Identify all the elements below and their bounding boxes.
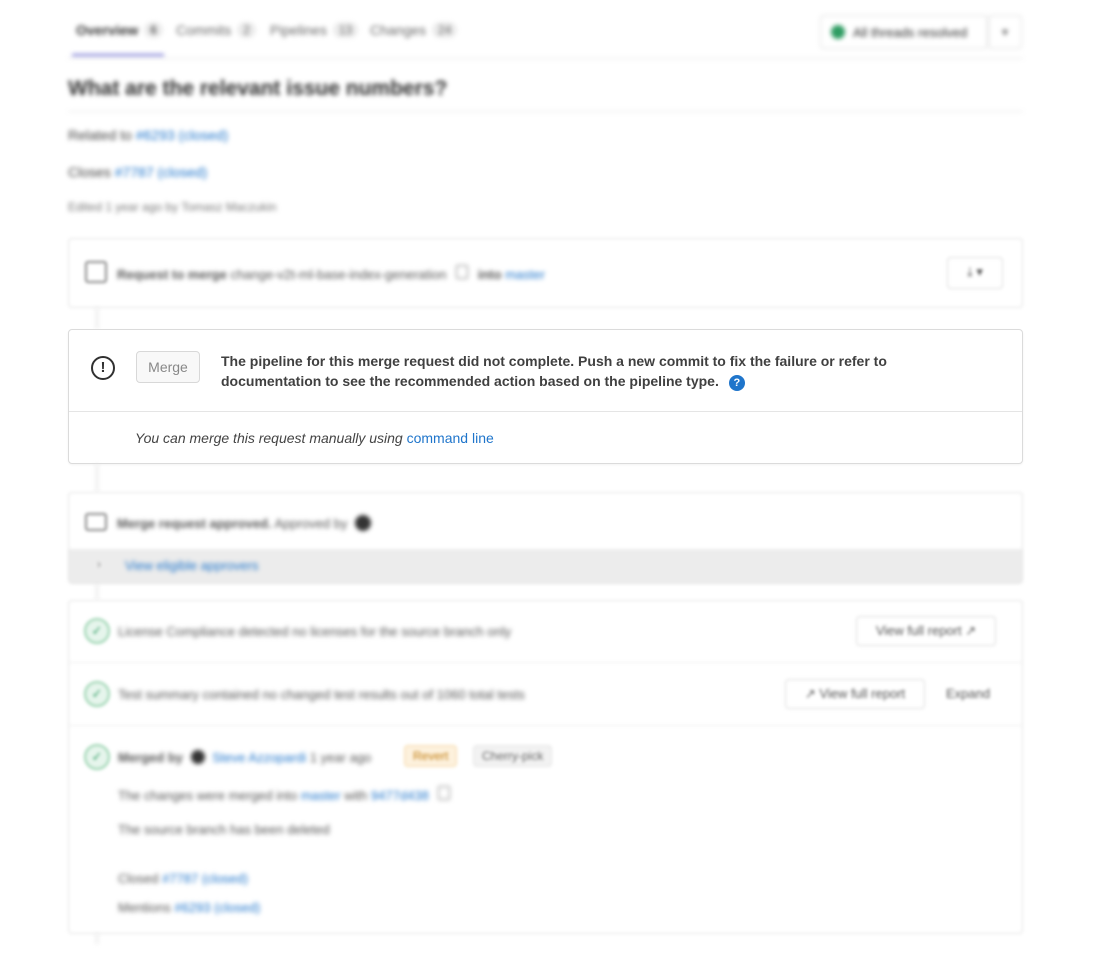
mentioned-issue-link[interactable]: #6293 (closed) xyxy=(174,900,260,915)
source-branch: change-v2t-ml-base-index-generation xyxy=(230,267,447,282)
tab-label: Overview xyxy=(76,22,139,38)
tab-overview[interactable]: Overview 6 xyxy=(76,22,163,38)
merge-request-icon xyxy=(85,261,107,283)
mentions-prefix: Mentions xyxy=(118,900,171,915)
avatar[interactable] xyxy=(355,515,372,531)
manual-merge-note: You can merge this request manually usin… xyxy=(135,430,494,446)
closed-issue-link[interactable]: #7787 (closed) xyxy=(162,871,248,886)
closes-issue-link[interactable]: #7787 (closed) xyxy=(115,164,208,180)
merged-time: 1 year ago xyxy=(309,750,372,765)
avatar[interactable] xyxy=(190,750,205,764)
active-tab-indicator xyxy=(72,54,164,56)
test-summary-text: Test summary contained no changed test r… xyxy=(118,687,525,702)
success-icon: ✓ xyxy=(84,681,110,707)
eligible-approvers-row[interactable]: › View eligible approvers xyxy=(69,549,1022,583)
manual-merge-text: You can merge this request manually usin… xyxy=(135,430,403,446)
copy-icon[interactable] xyxy=(456,265,469,279)
closes-prefix: Closes xyxy=(68,164,111,180)
edited-note: Edited 1 year ago by Tomasz Maczukin xyxy=(68,200,277,214)
closed-line: Closed #7787 (closed) xyxy=(118,871,248,886)
merge-header-text: Request to merge change-v2t-ml-base-inde… xyxy=(117,265,545,282)
tab-pipelines[interactable]: Pipelines 13 xyxy=(270,22,359,38)
merge-header-card: Request to merge change-v2t-ml-base-inde… xyxy=(68,238,1023,308)
timeline-connector xyxy=(96,308,98,329)
revert-button[interactable]: Revert xyxy=(404,745,458,767)
help-icon[interactable]: ? xyxy=(728,375,745,391)
approved-by-label: Approved by xyxy=(274,516,348,531)
merged-into-line: The changes were merged into master with… xyxy=(118,786,451,803)
related-prefix: Related to xyxy=(68,127,132,143)
related-line: Related to #6293 (closed) xyxy=(68,127,228,143)
download-dropdown-button[interactable]: ⤓ ▾ xyxy=(947,257,1003,289)
threads-dropdown-toggle[interactable]: ▾ xyxy=(988,15,1022,49)
approval-icon xyxy=(85,513,107,531)
tab-count: 24 xyxy=(432,22,458,38)
external-link-icon: ↗ xyxy=(804,686,816,701)
threads-label: All threads resolved xyxy=(853,24,968,40)
merged-by-line: Merged by Steve Azzopardi 1 year ago xyxy=(118,750,371,765)
mentions-line: Mentions #6293 (closed) xyxy=(118,900,260,915)
external-link-icon: ↗ xyxy=(965,623,977,638)
threads-resolved-button[interactable]: All threads resolved xyxy=(820,15,988,49)
timeline-connector xyxy=(96,584,98,600)
warning-circle-icon: ! xyxy=(91,356,115,380)
tab-label: Changes xyxy=(370,22,427,38)
commit-link[interactable]: 9477d438 xyxy=(371,788,429,803)
copy-icon[interactable] xyxy=(438,786,451,800)
timeline-connector xyxy=(96,464,98,492)
closed-prefix: Closed xyxy=(118,871,159,886)
merge-widget-header: ! Merge The pipeline for this merge requ… xyxy=(69,330,1022,412)
merged-by-label: Merged by xyxy=(118,750,184,765)
related-issue-link[interactable]: #6293 (closed) xyxy=(136,127,229,143)
description-heading: What are the relevant issue numbers? xyxy=(68,77,1023,112)
cherry-pick-button[interactable]: Cherry-pick xyxy=(473,745,553,767)
chevron-right-icon: › xyxy=(97,557,101,571)
merge-widget: ! Merge The pipeline for this merge requ… xyxy=(68,329,1023,464)
approval-card: Merge request approved. Approved by › Vi… xyxy=(68,492,1023,584)
check-circle-icon xyxy=(831,25,845,39)
merged-by-user-link[interactable]: Steve Azzopardi xyxy=(212,750,306,765)
test-report-label: View full report xyxy=(819,686,906,701)
download-icon: ⤓ ▾ xyxy=(967,264,983,279)
success-icon: ✓ xyxy=(84,618,110,644)
branch-deleted-text: The source branch has been deleted xyxy=(118,822,330,837)
tab-label: Pipelines xyxy=(270,22,327,38)
expand-button[interactable]: Expand xyxy=(932,679,1004,709)
license-text: License Compliance detected no licenses … xyxy=(118,624,512,639)
target-branch-link[interactable]: master xyxy=(301,788,341,803)
command-line-link[interactable]: command line xyxy=(407,430,494,446)
license-report-label: View full report xyxy=(875,623,962,638)
tab-count: 2 xyxy=(237,22,256,38)
merge-button[interactable]: Merge xyxy=(136,351,200,383)
tab-changes[interactable]: Changes 24 xyxy=(370,22,458,38)
tab-commits[interactable]: Commits 2 xyxy=(176,22,256,38)
closes-line: Closes #7787 (closed) xyxy=(68,164,207,180)
into-label: into xyxy=(477,267,502,282)
merged-with-label: with xyxy=(344,788,368,803)
approval-text: Merge request approved. Approved by xyxy=(117,515,372,531)
tab-label: Commits xyxy=(176,22,232,38)
success-icon: ✓ xyxy=(84,744,110,770)
divider xyxy=(69,725,1022,726)
license-report-button[interactable]: View full report ↗ xyxy=(856,616,996,646)
merge-header-title: Request to merge xyxy=(117,267,227,282)
tab-count: 13 xyxy=(332,22,359,38)
eligible-approvers-link[interactable]: View eligible approvers xyxy=(125,558,258,573)
target-branch-link[interactable]: master xyxy=(505,267,545,282)
approval-title: Merge request approved. xyxy=(117,516,272,531)
divider xyxy=(69,662,1022,663)
merged-into-prefix: The changes were merged into xyxy=(118,788,298,803)
chevron-down-icon: ▾ xyxy=(1001,25,1009,39)
test-report-button[interactable]: ↗ View full report xyxy=(785,679,925,709)
timeline-connector xyxy=(96,934,98,944)
pipeline-message-text: The pipeline for this merge request did … xyxy=(221,353,887,389)
tab-count: 6 xyxy=(144,22,163,38)
pipeline-message: The pipeline for this merge request did … xyxy=(221,351,921,391)
